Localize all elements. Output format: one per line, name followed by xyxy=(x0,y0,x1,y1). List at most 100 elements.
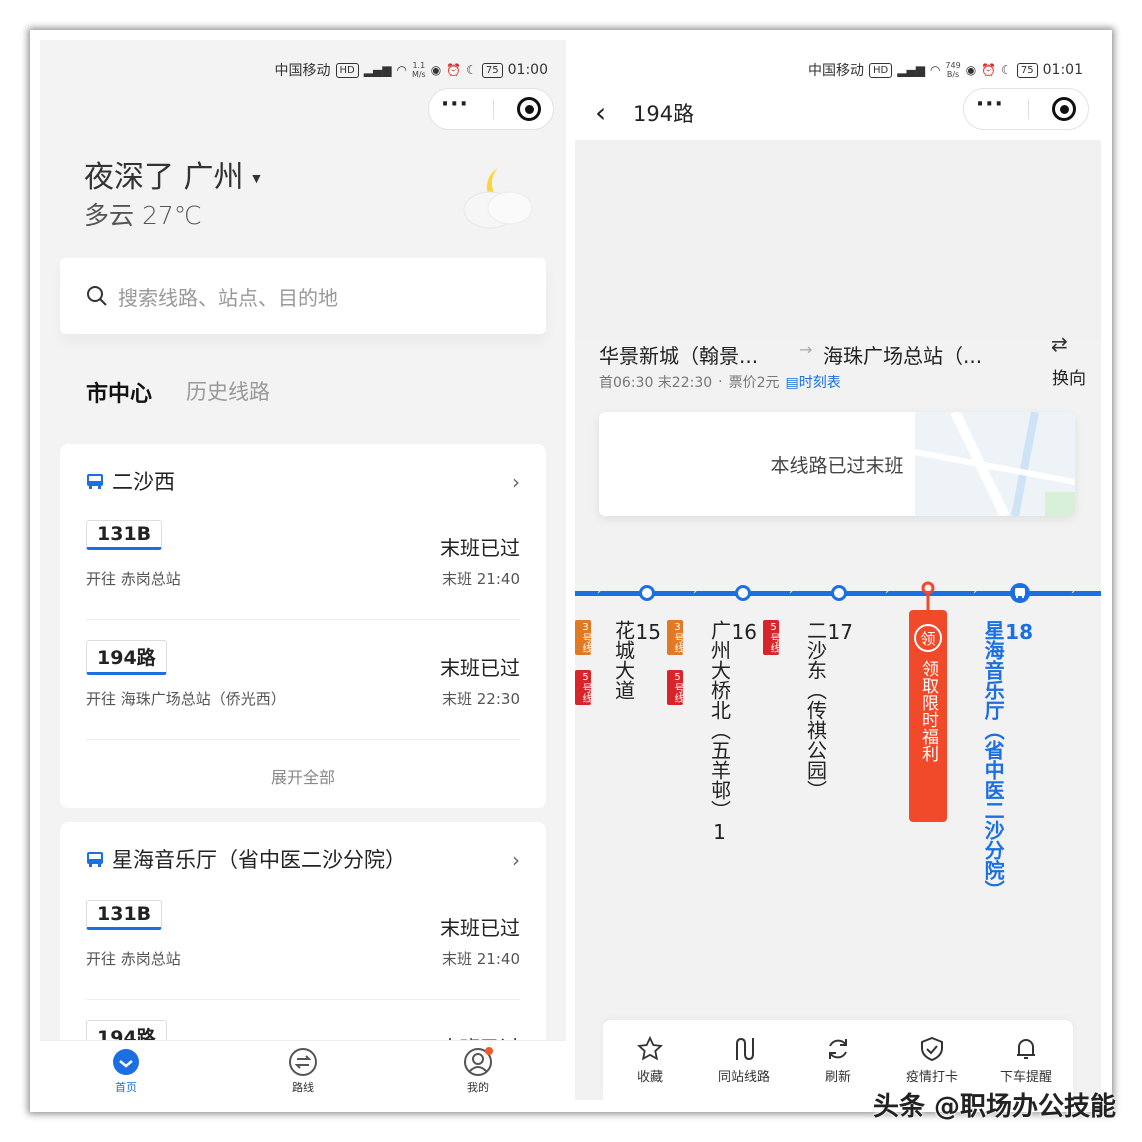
stop-item[interactable]: 15 花城大道 xyxy=(612,620,661,700)
route-detail-screen: 中国移动 HD ▂▄▆ ◠ 749 B/s ◉ ⏰ ☾ 75 01:01 ‹ 19… xyxy=(575,40,1101,1100)
route-status: 末班已过 xyxy=(440,536,520,560)
route-row[interactable]: 131B 开往 赤岗总站 末班已过 末班 21:40 xyxy=(86,890,520,1000)
tool-label: 疫情打卡 xyxy=(905,1069,958,1085)
miniprogram-capsule: ··· xyxy=(428,88,554,130)
nav-profile[interactable]: 我的 xyxy=(458,1047,498,1097)
direction-arrow-icon: → xyxy=(799,340,813,359)
station-header[interactable]: 二沙西 xyxy=(86,466,175,496)
map-thumbnail xyxy=(915,412,1075,516)
bottom-navigation: 首页 路线 我的 xyxy=(40,1040,566,1100)
stop-dot[interactable] xyxy=(735,585,751,601)
epidemic-checkin-button[interactable]: 疫情打卡 xyxy=(892,1036,972,1085)
direction-chevron-icon: › xyxy=(597,586,601,597)
search-placeholder: 搜索线路、站点、目的地 xyxy=(118,285,338,310)
direction-chevron-icon: › xyxy=(973,586,977,597)
map-area[interactable] xyxy=(575,140,1101,340)
bus-stop-icon xyxy=(87,851,103,867)
metro-line5-badge: 5号线 xyxy=(667,670,683,705)
timetable-link[interactable]: ▤时刻表 xyxy=(786,372,841,392)
meta-separator: · xyxy=(718,374,723,390)
stop-number: 18 xyxy=(1005,620,1033,644)
route-status: 末班已过 xyxy=(440,916,520,940)
notice-text: 本线路已过末班 xyxy=(770,454,904,477)
refresh-button[interactable]: 刷新 xyxy=(798,1036,878,1085)
route-tag: 131B xyxy=(86,900,163,930)
status-time: 01:01 xyxy=(1042,62,1083,78)
weather-title[interactable]: 夜深了 广州 ▼ xyxy=(84,152,263,196)
star-icon xyxy=(637,1035,663,1060)
nav-label: 首页 xyxy=(115,1081,137,1094)
search-icon xyxy=(87,286,107,306)
divider xyxy=(86,739,520,740)
promo-pin-icon xyxy=(921,581,935,614)
weather-subtitle: 多云 27℃ xyxy=(84,201,202,230)
stop-dot[interactable] xyxy=(831,585,847,601)
more-icon[interactable]: ··· xyxy=(441,94,469,118)
favorite-button[interactable]: 收藏 xyxy=(610,1035,690,1085)
stop-item[interactable]: 17 二沙东（传祺公园） xyxy=(804,620,853,800)
close-target-icon[interactable] xyxy=(517,97,542,121)
back-arrow-icon[interactable]: ‹ xyxy=(595,96,606,129)
station-header[interactable]: 星海音乐厅（省中医二沙分院） xyxy=(86,844,406,874)
refresh-icon xyxy=(829,1038,847,1059)
nav-home[interactable]: 首页 xyxy=(106,1047,146,1097)
same-stop-routes-button[interactable]: 同站线路 xyxy=(704,1036,784,1085)
tab-city-center[interactable]: 市中心 xyxy=(86,376,152,408)
battery-icon: 75 xyxy=(1016,62,1038,78)
arrival-reminder-button[interactable]: 下车提醒 xyxy=(986,1036,1066,1085)
current-stop-bus-icon[interactable] xyxy=(1009,582,1031,604)
alarm-icon: ⏰ xyxy=(446,63,462,77)
battery-icon: 75 xyxy=(481,62,503,78)
route-row[interactable]: 194路 开往 海珠广场总站（侨光西） 末班已过 末班 22:30 xyxy=(86,630,520,740)
route-row[interactable]: 131B 开往 赤岗总站 末班已过 末班 21:40 xyxy=(86,510,520,620)
expand-all-button[interactable]: 展开全部 xyxy=(60,764,546,788)
same-stop-routes-icon xyxy=(736,1037,754,1060)
home-screen: 中国移动 HD ▂▄▆ ◠ 1.1 M/s ◉ ⏰ ☾ 75 01:00 ··· … xyxy=(40,40,566,1100)
route-last-bus: 末班 21:40 xyxy=(442,950,520,968)
nav-routes[interactable]: 路线 xyxy=(283,1047,323,1097)
chevron-right-icon[interactable]: › xyxy=(512,470,520,494)
promo-text: 领取限时福利 xyxy=(918,660,938,762)
status-bar: 中国移动 HD ▂▄▆ ◠ 749 B/s ◉ ⏰ ☾ 75 01:01 xyxy=(808,56,1083,84)
route-destination: 开往 海珠广场总站（侨光西） xyxy=(86,690,286,708)
stop-item-current[interactable]: 18 星海音乐厅（省中医二沙分院） xyxy=(981,620,1033,900)
eye-icon: ◉ xyxy=(430,63,442,77)
metro-line3-badge: 3号线 xyxy=(667,620,683,655)
home-pin-icon xyxy=(113,1049,139,1075)
dropdown-caret-icon: ▼ xyxy=(249,171,264,187)
stop-item[interactable]: 16 广州大桥北（五羊邨）1 xyxy=(708,620,757,844)
station-card: 二沙西 › 131B 开往 赤岗总站 末班已过 末班 21:40 194路 开往… xyxy=(60,444,546,808)
search-input[interactable]: 搜索线路、站点、目的地 xyxy=(60,258,546,334)
stop-name: 广州大桥北（五羊邨）1 xyxy=(707,620,732,844)
stop-name: 二沙东（传祺公园） xyxy=(803,620,828,800)
network-speed: 1.1 M/s xyxy=(411,61,426,79)
stop-number: 16 xyxy=(731,620,757,644)
route-destination: 开往 赤岗总站 xyxy=(86,950,181,968)
nav-label: 我的 xyxy=(467,1081,489,1094)
bus-stop-icon xyxy=(87,473,103,489)
direction-chevron-icon: › xyxy=(789,586,793,597)
direction-from: 华景新城（翰景... xyxy=(599,344,759,368)
route-tag: 194路 xyxy=(86,640,167,675)
tool-label: 下车提醒 xyxy=(999,1069,1052,1085)
capsule-divider xyxy=(492,99,494,119)
wifi-icon: ◠ xyxy=(396,63,407,77)
tab-history-routes[interactable]: 历史线路 xyxy=(186,376,270,406)
cloudy-night-icon xyxy=(463,168,533,229)
more-icon[interactable]: ··· xyxy=(976,94,1004,118)
capsule-divider xyxy=(1027,99,1029,119)
tool-label: 同站线路 xyxy=(717,1069,770,1085)
hd-badge: HD xyxy=(335,62,359,78)
status-time: 01:00 xyxy=(507,62,548,78)
divider xyxy=(86,999,520,1000)
close-target-icon[interactable] xyxy=(1052,97,1077,121)
promo-banner[interactable]: 领 领取限时福利 xyxy=(909,610,947,822)
nav-label: 路线 xyxy=(292,1081,314,1094)
route-destination: 开往 赤岗总站 xyxy=(86,570,181,588)
chevron-right-icon[interactable]: › xyxy=(512,848,520,872)
route-last-bus: 末班 22:30 xyxy=(442,690,520,708)
swap-direction-icon[interactable]: ⇄ xyxy=(1051,332,1068,356)
swap-direction-button[interactable]: 换向 xyxy=(1052,364,1086,389)
eye-icon: ◉ xyxy=(965,63,977,77)
stop-dot[interactable] xyxy=(639,585,655,601)
